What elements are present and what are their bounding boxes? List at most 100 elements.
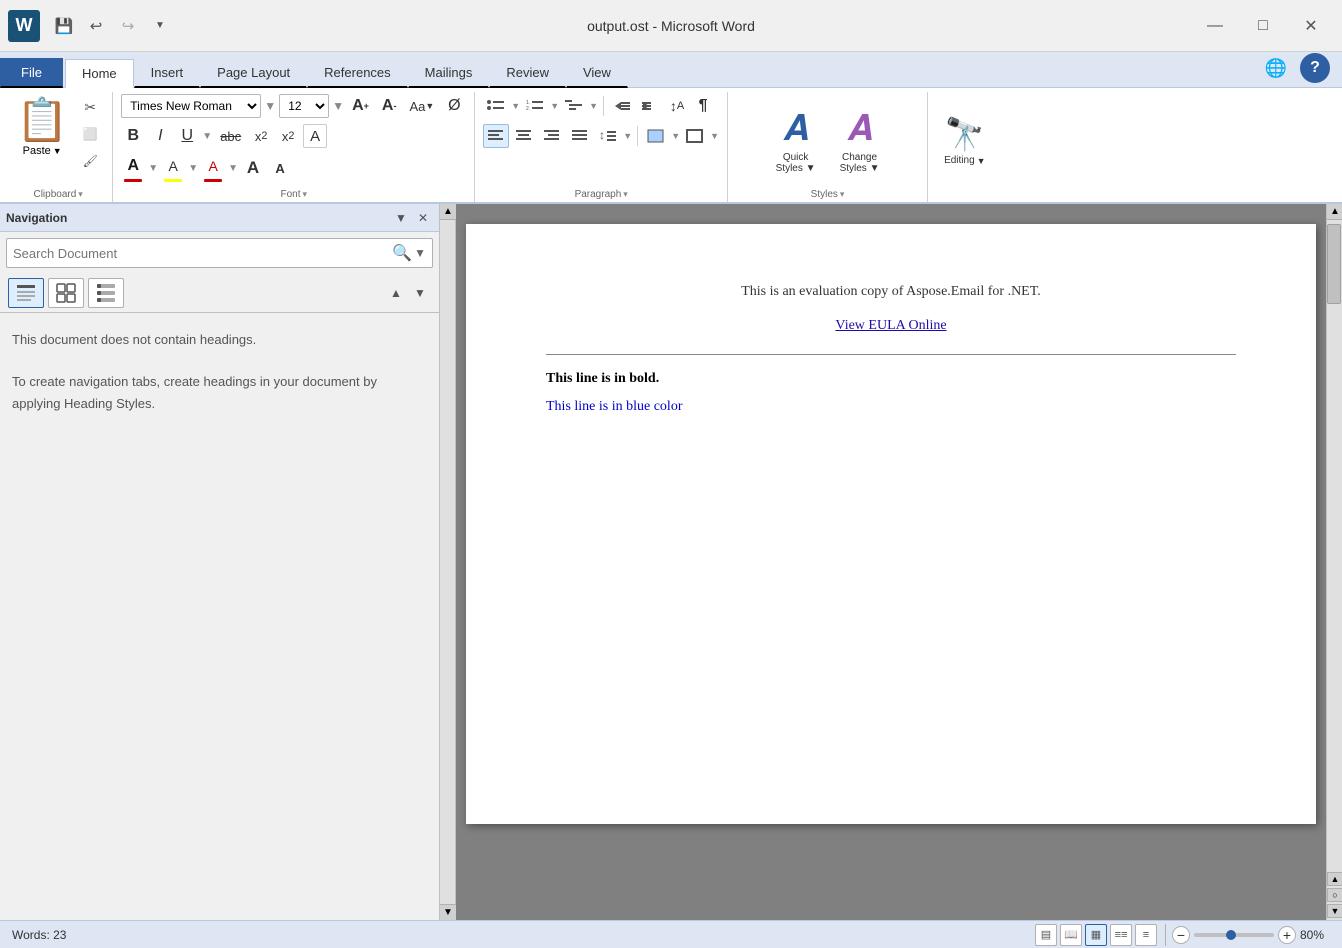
numbering-dropdown[interactable]: ▼ [550, 101, 559, 111]
search-dropdown-icon[interactable]: ▼ [414, 246, 426, 260]
bullets-button[interactable] [483, 94, 509, 118]
nav-scroll-up[interactable]: ▲ [440, 204, 456, 220]
styles-dialog-icon[interactable]: ▾ [840, 189, 845, 200]
tab-references[interactable]: References [307, 58, 407, 88]
nav-view-headings[interactable] [8, 278, 44, 308]
save-button[interactable]: 💾 [50, 12, 78, 40]
increase-indent-button[interactable] [637, 94, 663, 118]
nav-view-pages[interactable] [48, 278, 84, 308]
format-painter-button[interactable]: 🖌 [76, 148, 104, 174]
shading-button[interactable] [643, 124, 669, 148]
tab-mailings[interactable]: Mailings [408, 58, 490, 88]
clear-formatting-button[interactable]: Ø [442, 94, 466, 118]
text-size-up-button[interactable]: A [241, 156, 265, 180]
undo-button[interactable]: ↩ [82, 12, 110, 40]
line-spacing-dropdown[interactable]: ▼ [623, 131, 632, 141]
clear-format-button2[interactable]: A [303, 124, 327, 148]
document-page: This is an evaluation copy of Aspose.Ema… [466, 224, 1316, 824]
align-left-button[interactable] [483, 124, 509, 148]
search-icon[interactable]: 🔍 [392, 243, 412, 263]
strikethrough-button[interactable]: abc [215, 124, 246, 148]
draft-btn[interactable]: ≡ [1135, 924, 1157, 946]
align-center-button[interactable] [511, 124, 537, 148]
highlight-dropdown[interactable]: ▼ [188, 163, 198, 174]
multilevel-dropdown[interactable]: ▼ [589, 101, 598, 111]
change-styles-button[interactable]: 𝑨 Change Styles ▼ [832, 103, 888, 178]
eula-link[interactable]: View EULA Online [835, 318, 946, 333]
search-input[interactable] [13, 246, 392, 261]
font-color-dropdown[interactable]: ▼ [148, 163, 158, 174]
nav-next-button[interactable]: ▼ [409, 282, 431, 304]
doc-scroll-up[interactable]: ▲ [1327, 204, 1342, 220]
print-layout-btn[interactable]: ▤ [1035, 924, 1057, 946]
shading-dropdown[interactable]: ▼ [671, 131, 680, 141]
zoom-slider[interactable] [1194, 933, 1274, 937]
paste-button[interactable]: 📋 Paste ▼ [12, 94, 72, 159]
full-reading-btn[interactable]: 📖 [1060, 924, 1082, 946]
document-area-wrapper: ▲ ▼ This is an evaluation copy of Aspose… [440, 204, 1342, 920]
underline-button[interactable]: U [175, 124, 199, 148]
redo-button[interactable]: ↪ [114, 12, 142, 40]
text-color-button[interactable]: A [201, 154, 225, 178]
editing-content: 🔭 Editing ▼ [936, 94, 994, 187]
subscript-button[interactable]: x2 [249, 124, 273, 148]
justify-button[interactable] [567, 124, 593, 148]
numbering-button[interactable]: 1.2. [522, 94, 548, 118]
copy-button[interactable]: ⬜ [76, 121, 104, 147]
eval-text: This is an evaluation copy of Aspose.Ema… [546, 284, 1236, 300]
nav-dropdown-button[interactable]: ▼ [391, 208, 411, 228]
cloud-icon[interactable]: 🌐 [1262, 54, 1290, 82]
tab-home[interactable]: Home [65, 59, 134, 88]
sort-button[interactable]: ↕A [665, 94, 689, 118]
bold-button[interactable]: B [121, 124, 145, 148]
paragraph-dialog-icon[interactable]: ▾ [623, 189, 628, 200]
borders-dropdown[interactable]: ▼ [710, 131, 719, 141]
zoom-out-button[interactable]: − [1172, 926, 1190, 944]
nav-scroll-down[interactable]: ▼ [440, 904, 456, 920]
nav-close-button[interactable]: ✕ [413, 208, 433, 228]
tab-file[interactable]: File [0, 58, 63, 88]
tab-review[interactable]: Review [489, 58, 566, 88]
close-button[interactable]: ✕ [1288, 9, 1334, 43]
nav-prev-button[interactable]: ▲ [385, 282, 407, 304]
grow-font-button[interactable]: A+ [347, 94, 374, 118]
borders-button[interactable] [682, 124, 708, 148]
shrink-font-button[interactable]: A- [377, 94, 402, 118]
text-color-dropdown[interactable]: ▼ [228, 163, 238, 174]
line-spacing-button[interactable]: ↕ [595, 124, 621, 148]
font-size-select[interactable]: 12 [279, 94, 329, 118]
show-marks-button[interactable]: ¶ [691, 94, 715, 118]
align-right-button[interactable] [539, 124, 565, 148]
quick-styles-button[interactable]: 𝑨 Quick Styles ▼ [768, 103, 824, 178]
zoom-in-button[interactable]: + [1278, 926, 1296, 944]
font-name-select[interactable]: Times New Roman [121, 94, 261, 118]
multilevel-button[interactable] [561, 94, 587, 118]
editing-button[interactable]: 🔭 Editing ▼ [936, 111, 994, 170]
customize-qa-button[interactable]: ▼ [146, 12, 174, 40]
nav-view-results[interactable] [88, 278, 124, 308]
text-size-down-button[interactable]: A [268, 156, 292, 180]
scroll-select-browse-down[interactable]: ▼ [1327, 904, 1342, 918]
bullets-dropdown[interactable]: ▼ [511, 101, 520, 111]
superscript-button[interactable]: x2 [276, 124, 300, 148]
minimize-button[interactable]: — [1192, 9, 1238, 43]
font-dialog-icon[interactable]: ▾ [303, 189, 308, 200]
clipboard-dialog-icon[interactable]: ▾ [78, 189, 83, 200]
highlight-button[interactable]: A [161, 154, 185, 178]
outline-btn[interactable]: ≡≡ [1110, 924, 1132, 946]
maximize-button[interactable]: □ [1240, 9, 1286, 43]
change-case-button[interactable]: Aa▼ [404, 94, 439, 118]
tab-page-layout[interactable]: Page Layout [200, 58, 307, 88]
decrease-indent-button[interactable] [609, 94, 635, 118]
scroll-select-browse-up[interactable]: ▲ [1327, 872, 1342, 886]
font-color-button[interactable]: A [121, 154, 145, 178]
cut-button[interactable]: ✂ [76, 94, 104, 120]
italic-button[interactable]: I [148, 124, 172, 148]
underline-dropdown[interactable]: ▼ [202, 131, 212, 142]
tab-view[interactable]: View [566, 58, 628, 88]
help-button[interactable]: ? [1300, 53, 1330, 83]
doc-scroll-thumb[interactable] [1327, 224, 1341, 304]
scroll-select-browse-obj[interactable]: ○ [1327, 888, 1342, 902]
web-layout-btn[interactable]: ▦ [1085, 924, 1107, 946]
tab-insert[interactable]: Insert [134, 58, 201, 88]
